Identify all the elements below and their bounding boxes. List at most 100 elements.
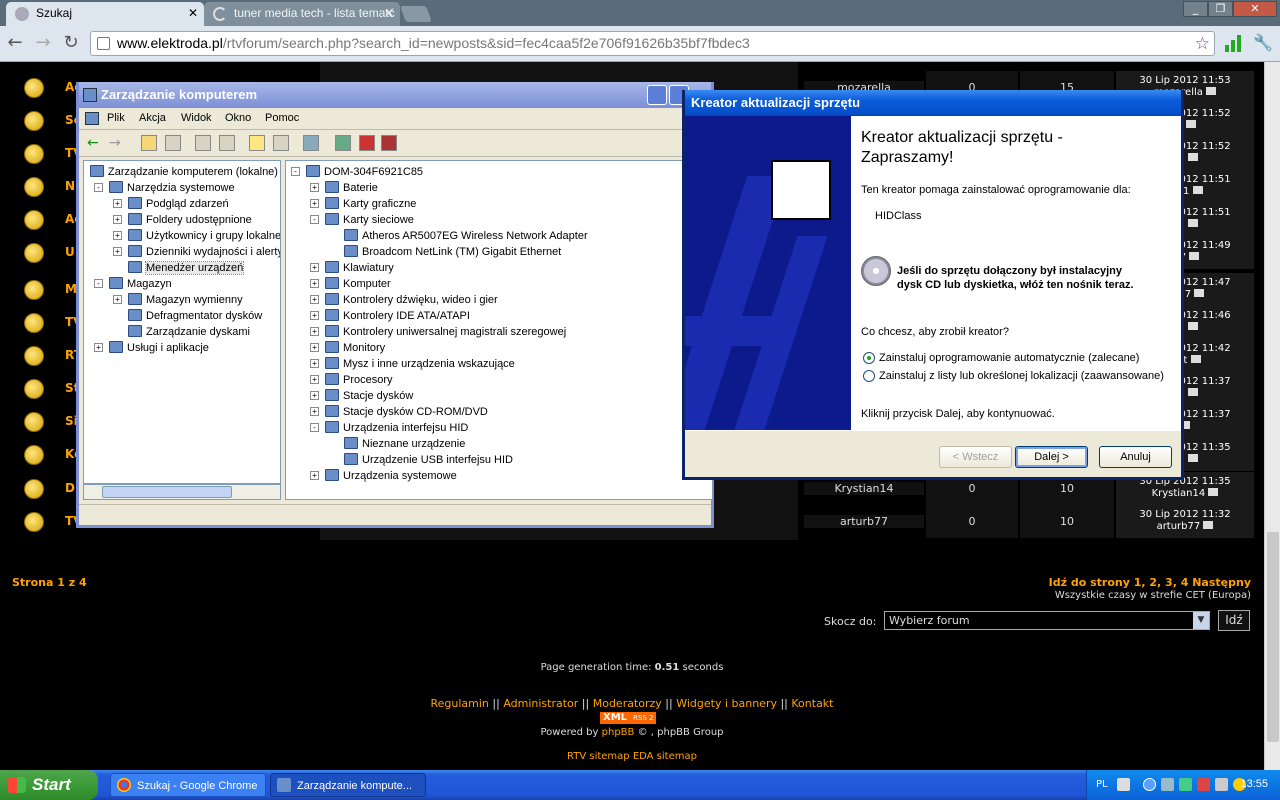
help-icon[interactable] (249, 135, 265, 151)
page-links[interactable]: 1, 2, 3, 4 (1134, 576, 1189, 589)
device-node[interactable]: + Komputer (310, 277, 391, 291)
console-tree-node[interactable]: - Magazyn (94, 277, 172, 291)
close-window-button[interactable]: ✕ (1233, 1, 1277, 17)
forward-arrow-icon[interactable]: → (109, 135, 125, 151)
device-node[interactable]: Broadcom NetLink (TM) Gigabit Ethernet (344, 245, 561, 259)
show-hidden-icon[interactable] (1143, 778, 1156, 791)
expand-icon[interactable]: + (310, 343, 319, 352)
console-tree-node[interactable]: Menedżer urządzeń (128, 261, 245, 275)
menu-widok[interactable]: Widok (181, 112, 212, 124)
sitemap-links[interactable]: RTV sitemap EDA sitemap (0, 751, 1264, 762)
device-node[interactable]: + Baterie (310, 181, 378, 195)
console-tree-node[interactable]: + Usługi i aplikacje (94, 341, 209, 355)
expand-icon[interactable]: + (310, 295, 319, 304)
tab-szukaj[interactable]: Szukaj ✕ (6, 2, 204, 26)
device-node[interactable]: Urządzenie USB interfejsu HID (344, 453, 513, 467)
up-folder-icon[interactable] (141, 135, 157, 151)
device-node[interactable]: + Mysz i inne urządzenia wskazujące (310, 357, 515, 371)
device-node[interactable]: + Kontrolery uniwersalnej magistrali szer… (310, 325, 566, 339)
option-auto-label[interactable]: Zainstaluj oprogramowanie automatycznie … (879, 352, 1139, 364)
menu-akcja[interactable]: Akcja (139, 112, 166, 124)
device-node[interactable]: + Urządzenia systemowe (310, 469, 457, 483)
new-tab-button[interactable] (400, 6, 432, 22)
task-chrome[interactable]: Szukaj - Google Chrome (110, 773, 266, 797)
goto-last-post-icon[interactable] (1187, 388, 1198, 396)
expand-icon[interactable]: + (310, 279, 319, 288)
console-tree-node[interactable]: -Zarządzanie komputerem (lokalne) (90, 165, 278, 179)
close-tab-icon[interactable]: ✕ (384, 6, 394, 20)
expand-icon[interactable]: + (113, 199, 122, 208)
device-node[interactable]: + Stacje dysków CD-ROM/DVD (310, 405, 488, 419)
uninstall-icon[interactable] (359, 135, 375, 151)
device-node[interactable]: + Procesory (310, 373, 393, 387)
device-node[interactable]: + Karty graficzne (310, 197, 416, 211)
show-tree-icon[interactable] (165, 135, 181, 151)
device-node[interactable]: - Karty sieciowe (310, 213, 414, 227)
cancel-button[interactable]: Anuluj (1099, 446, 1172, 468)
goto-last-post-icon[interactable] (1187, 219, 1198, 227)
menu-plik[interactable]: Plik (107, 112, 125, 124)
device-node[interactable]: - DOM-304F6921C85 (291, 165, 423, 179)
goto-last-post-icon[interactable] (1186, 120, 1197, 128)
goto-last-post-icon[interactable] (1189, 252, 1200, 260)
expand-icon[interactable]: + (310, 391, 319, 400)
goto-last-post-icon[interactable] (1187, 454, 1198, 462)
print-icon[interactable] (219, 135, 235, 151)
goto-last-post-icon[interactable] (1194, 289, 1205, 297)
console-tree-node[interactable]: + Użytkownicy i grupy lokalne (113, 229, 280, 243)
expand-icon[interactable]: + (310, 183, 319, 192)
console-tree-node[interactable]: + Dzienniki wydajności i alerty (113, 245, 280, 259)
console-tree-node[interactable]: + Foldery udostępnione (113, 213, 252, 227)
collapse-icon[interactable]: - (94, 183, 103, 192)
device-node[interactable]: + Kontrolery IDE ATA/ATAPI (310, 309, 470, 323)
console-tree-node[interactable]: Zarządzanie dyskami (128, 325, 250, 339)
expand-icon[interactable]: + (310, 327, 319, 336)
goto-last-post-icon[interactable] (1208, 488, 1219, 496)
goto-last-post-icon[interactable] (1203, 521, 1214, 529)
goto-last-post-icon[interactable] (1206, 87, 1217, 95)
device-node[interactable]: + Klawiatury (310, 261, 394, 275)
device-node[interactable]: + Monitory (310, 341, 385, 355)
jump-go-button[interactable]: Idź (1218, 610, 1250, 631)
back-arrow-icon[interactable]: ← (87, 135, 103, 151)
collapse-icon[interactable]: - (94, 279, 103, 288)
expand-icon[interactable]: + (310, 199, 319, 208)
expand-icon[interactable]: + (310, 407, 319, 416)
safely-remove-icon[interactable] (1179, 778, 1192, 791)
device-node[interactable]: - Urządzenia interfejsu HID (310, 421, 468, 435)
collapse-icon[interactable]: - (83, 167, 84, 176)
bookmark-star-icon[interactable]: ☆ (1195, 32, 1210, 55)
device-node[interactable]: + Kontrolery dźwięku, wideo i gier (310, 293, 498, 307)
console-tree-node[interactable]: + Podgląd zdarzeń (113, 197, 229, 211)
keyboard-icon[interactable] (1117, 778, 1130, 791)
collapse-icon[interactable]: - (310, 215, 319, 224)
scrollbar-thumb[interactable] (1267, 532, 1279, 742)
device-node[interactable]: Atheros AR5007EG Wireless Network Adapte… (344, 229, 588, 243)
expand-icon[interactable]: + (310, 471, 319, 480)
last-post-user[interactable]: arturb77 (1157, 521, 1201, 532)
radio-install-manual[interactable] (863, 370, 875, 382)
last-post-user[interactable]: Krystian14 (1152, 488, 1206, 499)
forum-jump-select[interactable]: Wybierz forum ▼ (884, 611, 1210, 630)
reload-icon[interactable]: ↻ (60, 32, 82, 54)
tab-tuner[interactable]: tuner media tech - lista tematć ✕ (204, 2, 400, 26)
address-bar[interactable]: www.elektroda.pl/rtvforum/search.php?sea… (90, 31, 1215, 56)
scan-hardware-icon[interactable] (303, 135, 319, 151)
footer-link-moderatorzy[interactable]: Moderatorzy (593, 697, 662, 710)
goto-last-post-icon[interactable] (1187, 153, 1198, 161)
topic-title[interactable]: N (65, 179, 75, 193)
menu-pomoc[interactable]: Pomoc (265, 112, 299, 124)
footer-link-regulamin[interactable]: Regulamin (430, 697, 488, 710)
minimize-window-button[interactable]: _ (1183, 1, 1208, 17)
security-icon[interactable] (1197, 778, 1210, 791)
expand-icon[interactable]: + (310, 375, 319, 384)
wrench-icon[interactable]: 🔧 (1252, 32, 1274, 54)
console-tree-node[interactable]: + Magazyn wymienny (113, 293, 243, 307)
expand-icon[interactable]: + (310, 311, 319, 320)
xml-feed-badge[interactable]: XML (600, 712, 631, 724)
expand-icon[interactable]: + (113, 295, 122, 304)
extension-signal-icon[interactable] (1224, 34, 1242, 52)
console-tree-node[interactable]: - Narzędzia systemowe (94, 181, 235, 195)
expand-icon[interactable]: + (94, 343, 103, 352)
goto-last-post-icon[interactable] (1187, 322, 1198, 330)
